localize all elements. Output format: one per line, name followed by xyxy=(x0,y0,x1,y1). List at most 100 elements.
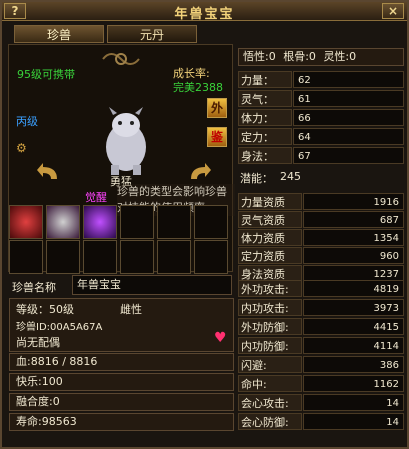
rotate-right-icon[interactable] xyxy=(187,161,213,183)
outer-button[interactable]: 外 xyxy=(207,98,227,118)
fusion-bar: 融合度:0 xyxy=(9,393,234,411)
pet-id: 珍兽ID:00A5A67A xyxy=(16,322,103,333)
awaken-label: 觉醒 xyxy=(85,191,107,204)
growth-value: 完美2388 xyxy=(173,81,223,94)
aptitude-value: 960 xyxy=(303,247,404,264)
attr-label: 身法： xyxy=(238,147,292,164)
combat-row: 闪避: 386 xyxy=(238,356,404,373)
aptitude-value: 1354 xyxy=(303,229,404,246)
combat-row: 命中: 1162 xyxy=(238,375,404,392)
pet-info-box: 等级：50级 雌性 珍兽ID:00A5A67A 尚无配偶 ♥ xyxy=(9,298,234,352)
combat-label: 闪避: xyxy=(238,356,302,373)
combat-label: 外功攻击: xyxy=(238,280,302,297)
rotate-left-icon[interactable] xyxy=(35,161,61,183)
skill-slot-3[interactable] xyxy=(83,205,117,239)
aptitude-value: 687 xyxy=(303,211,404,228)
spouse-status: 尚无配偶 xyxy=(16,336,60,349)
tab-pet[interactable]: 珍兽 xyxy=(14,25,104,43)
pet-gender: 雌性 xyxy=(120,303,142,316)
window-title: 年兽宝宝 xyxy=(174,7,235,22)
aptitude-value: 1916 xyxy=(303,193,404,210)
skill-slot-10[interactable] xyxy=(120,240,154,274)
happiness-bar: 快乐:100 xyxy=(9,373,234,391)
attr-label: 力量： xyxy=(238,71,292,88)
attr-label: 灵气： xyxy=(238,90,292,107)
appraise-button[interactable]: 鉴 xyxy=(207,127,227,147)
skill-slot-11[interactable] xyxy=(157,240,191,274)
combat-label: 会心防御: xyxy=(238,413,302,430)
skill-slot-4[interactable] xyxy=(120,205,154,239)
combat-row: 会心防御: 14 xyxy=(238,413,404,430)
pet-name-label: 珍兽名称 xyxy=(12,281,56,294)
combat-row: 外功防御: 4415 xyxy=(238,318,404,335)
combat-label: 内功攻击: xyxy=(238,299,302,316)
lock-icon[interactable]: ⚙ xyxy=(16,141,27,155)
attr-row-stamina: 体力： 66 xyxy=(238,109,404,126)
skill-slot-7[interactable] xyxy=(9,240,43,274)
attr-row-focus: 定力： 64 xyxy=(238,128,404,145)
combat-value: 386 xyxy=(303,356,404,373)
attr-value: 61 xyxy=(293,90,404,107)
combat-value: 14 xyxy=(303,394,404,411)
tab-yuandan[interactable]: 元丹 xyxy=(107,25,197,43)
attr-label: 体力： xyxy=(238,109,292,126)
tooltip-line-1: 珍兽的类型会影响珍兽 xyxy=(117,185,227,198)
attr-row-agility: 身法： 67 xyxy=(238,147,404,164)
title-bar[interactable]: ? 年兽宝宝 × xyxy=(2,2,407,22)
aptitude-label: 灵气资质 xyxy=(238,211,302,228)
aptitude-row: 体力资质 1354 xyxy=(238,229,404,246)
ornament-icon xyxy=(102,53,140,65)
skill-slot-8[interactable] xyxy=(46,240,80,274)
potential-value: 245 xyxy=(280,170,301,183)
lingxing-stat: 灵性:0 xyxy=(323,50,357,63)
carry-level: 95级可携带 xyxy=(17,66,75,82)
combat-row: 内功攻击: 3973 xyxy=(238,299,404,316)
pet-window: ? 年兽宝宝 × 珍兽 元丹 95级可携带 成长率: 完美2388 丙级 ⚙ 外… xyxy=(0,0,409,449)
combat-value: 4819 xyxy=(303,280,404,297)
skill-slot-12[interactable] xyxy=(194,240,228,274)
wuxing-stat: 悟性:0 xyxy=(243,50,276,63)
combat-label: 外功防御: xyxy=(238,318,302,335)
pet-grade: 丙级 xyxy=(16,115,38,128)
carry-level-number: 95级可携带 xyxy=(17,68,75,81)
aptitude-row: 灵气资质 687 xyxy=(238,211,404,228)
lifespan-bar: 寿命:98563 xyxy=(9,413,234,431)
skill-slot-2[interactable] xyxy=(46,205,80,239)
top-stats: 悟性:0 根骨:0 灵性:0 xyxy=(238,48,404,66)
skill-slot-9[interactable] xyxy=(83,240,117,274)
heart-icon[interactable]: ♥ xyxy=(214,330,227,346)
attr-row-strength: 力量： 62 xyxy=(238,71,404,88)
aptitude-label: 力量资质 xyxy=(238,193,302,210)
pet-level: 等级：50级 xyxy=(16,303,74,316)
aptitude-label: 体力资质 xyxy=(238,229,302,246)
genggu-stat: 根骨:0 xyxy=(283,50,316,63)
hp-bar: 血:8816 / 8816 xyxy=(9,353,234,371)
attr-row-spirit: 灵气： 61 xyxy=(238,90,404,107)
aptitude-label: 定力资质 xyxy=(238,247,302,264)
combat-value: 14 xyxy=(303,413,404,430)
combat-row: 内功防御: 4114 xyxy=(238,337,404,354)
attr-value: 67 xyxy=(293,147,404,164)
pet-name-input[interactable]: 年兽宝宝 xyxy=(72,275,232,295)
combat-value: 4415 xyxy=(303,318,404,335)
pet-model-image xyxy=(106,107,146,175)
combat-label: 命中: xyxy=(238,375,302,392)
skill-slot-1[interactable] xyxy=(9,205,43,239)
attr-value: 66 xyxy=(293,109,404,126)
combat-label: 会心攻击: xyxy=(238,394,302,411)
skill-slot-5[interactable] xyxy=(157,205,191,239)
combat-label: 内功防御: xyxy=(238,337,302,354)
attr-value: 62 xyxy=(293,71,404,88)
combat-row: 会心攻击: 14 xyxy=(238,394,404,411)
combat-row: 外功攻击: 4819 xyxy=(238,280,404,297)
potential-label: 潜能： xyxy=(240,172,273,185)
aptitude-row: 定力资质 960 xyxy=(238,247,404,264)
skill-slot-6[interactable] xyxy=(194,205,228,239)
combat-value: 4114 xyxy=(303,337,404,354)
aptitude-row: 力量资质 1916 xyxy=(238,193,404,210)
attr-value: 64 xyxy=(293,128,404,145)
attr-label: 定力： xyxy=(238,128,292,145)
close-button[interactable]: × xyxy=(382,3,404,19)
combat-value: 1162 xyxy=(303,375,404,392)
combat-value: 3973 xyxy=(303,299,404,316)
